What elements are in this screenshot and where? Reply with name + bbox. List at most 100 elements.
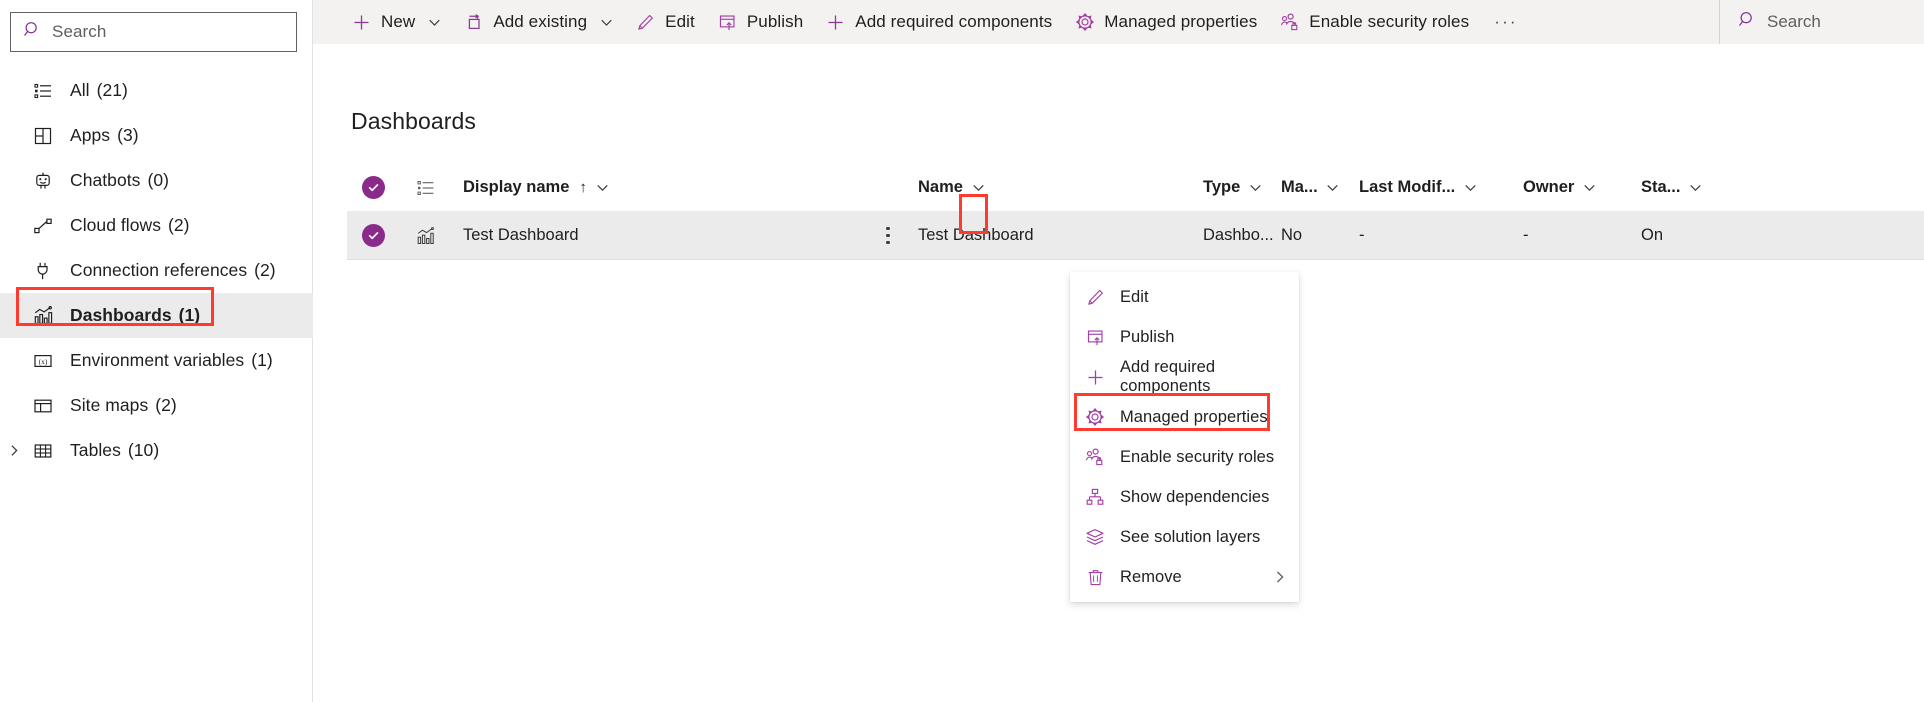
column-header-label: Display name xyxy=(463,178,570,196)
chevron-down-icon[interactable] xyxy=(1247,180,1263,196)
sidebar-item-site-maps[interactable]: Site maps (2) xyxy=(0,383,313,428)
trash-icon xyxy=(1084,566,1106,588)
cell-value: - xyxy=(1523,226,1529,244)
toolbar-search-input[interactable]: Search xyxy=(1720,0,1924,44)
cell-value: Test Dashboard xyxy=(463,226,579,244)
context-menu-item-remove[interactable]: Remove xyxy=(1070,557,1299,597)
cell-name: Test Dashboard xyxy=(918,226,1203,245)
context-menu-item-enable-security-roles[interactable]: Enable security roles xyxy=(1070,437,1299,477)
toolbar-button-label: Managed properties xyxy=(1104,12,1258,31)
layers-icon xyxy=(1084,526,1106,548)
sidebar-search-placeholder: Search xyxy=(52,22,107,41)
cell-owner: - xyxy=(1523,226,1641,245)
list-icon xyxy=(30,79,56,103)
sidebar-item-cloud-flows[interactable]: Cloud flows (2) xyxy=(0,203,313,248)
sidebar-item-all[interactable]: All (21) xyxy=(0,68,313,113)
sidebar-item-chatbots[interactable]: Chatbots (0) xyxy=(0,158,313,203)
cell-value: Test Dashboard xyxy=(918,226,1034,244)
row-context-menu-button[interactable] xyxy=(858,220,918,252)
chevron-down-icon[interactable] xyxy=(1325,180,1341,196)
toolbar-enable-security-roles-button[interactable]: Enable security roles xyxy=(1268,0,1480,44)
security-roles-icon xyxy=(1279,12,1300,33)
cell-status: On xyxy=(1641,226,1751,245)
chevron-down-icon[interactable] xyxy=(1462,180,1478,196)
sidebar-item-tables[interactable]: Tables (10) xyxy=(0,428,313,473)
cell-managed: No xyxy=(1281,226,1359,245)
sidebar-item-connection-references[interactable]: Connection references (2) xyxy=(0,248,313,293)
toolbar-button-label: Edit xyxy=(665,12,695,31)
more-options-icon[interactable] xyxy=(878,220,898,252)
context-menu-item-edit[interactable]: Edit xyxy=(1070,277,1299,317)
row-context-menu: Edit Publish Add required components Man… xyxy=(1070,272,1299,602)
checkmark-icon[interactable] xyxy=(361,176,385,199)
sidebar-item-environment-variables[interactable]: (x) Environment variables (1) xyxy=(0,338,313,383)
column-header-name[interactable]: Name xyxy=(918,178,1203,197)
expand-chevron-icon[interactable] xyxy=(5,428,23,473)
toolbar-search-placeholder: Search xyxy=(1767,12,1821,31)
context-menu-item-publish[interactable]: Publish xyxy=(1070,317,1299,357)
sidebar-item-label: Tables xyxy=(70,440,121,460)
command-toolbar: New Add existing Edit Publish Add requir… xyxy=(313,0,1924,44)
column-header-owner[interactable]: Owner xyxy=(1523,178,1641,197)
column-header-managed[interactable]: Ma... xyxy=(1281,178,1359,197)
grid-header-row: Display name ↑ Name Type Ma... Last Modi… xyxy=(347,164,1924,212)
cell-value: Dashbo... xyxy=(1203,226,1274,244)
row-checkbox[interactable] xyxy=(347,224,399,247)
column-header-last-modified[interactable]: Last Modif... xyxy=(1359,178,1523,197)
chevron-down-icon[interactable] xyxy=(595,180,611,196)
toolbar-managed-properties-button[interactable]: Managed properties xyxy=(1063,0,1268,44)
add-existing-icon xyxy=(463,12,484,33)
context-menu-item-label: Add required components xyxy=(1120,358,1216,395)
svg-text:(x): (x) xyxy=(39,357,48,366)
toolbar-add-required-components-button[interactable]: Add required components xyxy=(814,0,1063,44)
context-menu-item-label: Managed properties xyxy=(1120,407,1268,426)
security-roles-icon xyxy=(1084,446,1106,468)
toolbar-edit-button[interactable]: Edit xyxy=(624,0,706,44)
column-header-label: Last Modif... xyxy=(1359,178,1456,196)
submenu-chevron-icon[interactable] xyxy=(1273,557,1287,597)
sidebar-item-label: Apps xyxy=(70,125,111,145)
sidebar-item-dashboards[interactable]: Dashboards (1) xyxy=(0,293,313,338)
main-area: New Add existing Edit Publish Add requir… xyxy=(313,0,1924,702)
chatbot-icon xyxy=(30,169,56,193)
context-menu-item-see-solution-layers[interactable]: See solution layers xyxy=(1070,517,1299,557)
toolbar-publish-button[interactable]: Publish xyxy=(706,0,814,44)
context-menu-item-add-required-components[interactable]: Add required components xyxy=(1070,357,1299,397)
sidebar-item-label: All xyxy=(70,80,90,100)
toolbar-button-label: Add existing xyxy=(493,12,588,31)
sidebar-item-label: Environment variables xyxy=(70,350,245,370)
context-menu-item-managed-properties[interactable]: Managed properties xyxy=(1070,397,1299,437)
column-header-label: Sta... xyxy=(1641,178,1681,196)
grid-type-column-icon xyxy=(399,178,453,198)
checkmark-icon[interactable] xyxy=(361,224,385,247)
row-dashboard-chart-icon xyxy=(399,226,453,246)
chevron-down-icon[interactable] xyxy=(599,15,613,29)
publish-upload-icon xyxy=(717,12,738,33)
table-grid-icon xyxy=(30,439,56,463)
select-all-checkbox[interactable] xyxy=(347,176,399,199)
chevron-down-icon[interactable] xyxy=(427,15,441,29)
toolbar-new-button[interactable]: New xyxy=(340,0,452,44)
column-header-type[interactable]: Type xyxy=(1203,178,1281,197)
pencil-icon xyxy=(635,12,656,33)
publish-upload-icon xyxy=(1084,326,1106,348)
sort-ascending-icon: ↑ xyxy=(579,179,587,196)
cell-display-name[interactable]: Test Dashboard xyxy=(453,226,858,245)
table-row[interactable]: Test Dashboard Test Dashboard Dashbo... xyxy=(347,212,1924,260)
chevron-down-icon[interactable] xyxy=(1687,180,1703,196)
toolbar-add-existing-button[interactable]: Add existing xyxy=(452,0,624,44)
context-menu-item-show-dependencies[interactable]: Show dependencies xyxy=(1070,477,1299,517)
dashboard-chart-icon xyxy=(30,304,56,328)
sidebar-search-input[interactable]: Search xyxy=(10,12,297,52)
column-header-display-name[interactable]: Display name ↑ xyxy=(453,178,858,197)
context-menu-item-label: Enable security roles xyxy=(1120,447,1275,466)
sidebar-nav-list: All (21) Apps (3) Chatbots (0) Cloud flo… xyxy=(0,68,313,473)
gear-icon xyxy=(1084,406,1106,428)
column-header-status[interactable]: Sta... xyxy=(1641,178,1751,197)
chevron-down-icon[interactable] xyxy=(1581,180,1597,196)
cloud-flow-icon xyxy=(30,214,56,238)
toolbar-button-label: Enable security roles xyxy=(1309,12,1470,31)
chevron-down-icon[interactable] xyxy=(971,180,987,196)
sidebar-item-apps[interactable]: Apps (3) xyxy=(0,113,313,158)
toolbar-overflow-button[interactable]: ··· xyxy=(1480,0,1532,44)
